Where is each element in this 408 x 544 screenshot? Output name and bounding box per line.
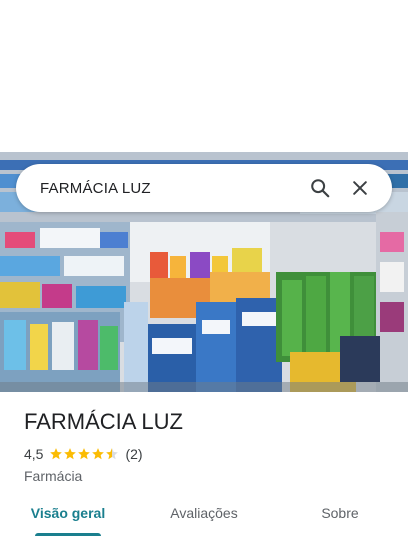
close-icon[interactable] <box>340 168 380 208</box>
place-category[interactable]: Farmácia <box>24 468 392 484</box>
rating-row[interactable]: 4,5 (2) <box>24 445 392 463</box>
tab-1[interactable]: Avaliações <box>136 494 272 536</box>
search-icon[interactable] <box>300 168 340 208</box>
tab-bar: Visão geral Avaliações Sobre <box>0 494 408 536</box>
star-icon <box>106 448 119 460</box>
star-icon <box>92 448 105 460</box>
place-title: FARMÁCIA LUZ <box>24 409 183 434</box>
review-count: (2) <box>125 446 143 462</box>
tab-label: Sobre <box>321 505 359 521</box>
star-icon <box>64 448 77 460</box>
search-input[interactable]: FARMÁCIA LUZ <box>40 180 300 197</box>
place-info: FARMÁCIA LUZ 4,5 (2) Farmácia <box>24 408 392 484</box>
tab-label: Visão geral <box>30 505 106 521</box>
rating-value: 4,5 <box>24 446 44 462</box>
star-icon <box>78 448 91 460</box>
place-sheet: FARMÁCIA LUZ FARMÁCIA LUZ 4,5 (2) Farmác… <box>0 0 408 544</box>
tab-label: Avaliações <box>170 505 238 521</box>
tab-2[interactable]: Sobre <box>272 494 408 536</box>
tab-0[interactable]: Visão geral <box>0 494 136 536</box>
search-bar[interactable]: FARMÁCIA LUZ <box>16 164 392 212</box>
active-tab-indicator <box>35 533 101 536</box>
rating-stars <box>49 447 119 461</box>
star-icon <box>50 448 63 460</box>
